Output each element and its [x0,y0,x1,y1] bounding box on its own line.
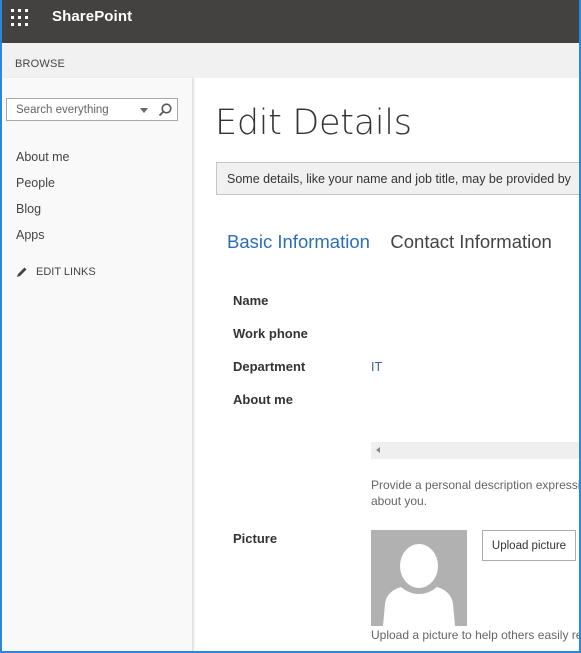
nav-item-apps[interactable]: Apps [16,228,70,254]
magnifier-icon[interactable] [157,102,173,118]
page-title: Edit Details [215,103,412,143]
profile-tabs: Basic Information Contact Information [227,231,568,253]
main-content: Edit Details Some details, like your nam… [196,78,579,651]
nav-item-people[interactable]: People [16,176,70,202]
tab-contact-information[interactable]: Contact Information [390,231,551,253]
ribbon-tab-browse[interactable]: BROWSE [15,58,65,70]
work-phone-label: Work phone [233,326,308,341]
picture-label: Picture [233,531,278,546]
person-silhouette-icon [383,544,455,626]
caret-down-icon[interactable] [140,108,148,113]
waffle-icon[interactable] [11,9,29,27]
quick-launch: About me People Blog Apps [16,150,70,254]
nav-item-blog[interactable]: Blog [16,202,70,228]
suite-bar: SharePoint [2,0,579,43]
tab-basic-information[interactable]: Basic Information [227,231,370,253]
department-label: Department [233,359,306,374]
scroll-left-icon[interactable] [376,447,380,453]
sidebar: Search everything About me People Blog A… [2,78,193,651]
picture-hint: Upload a picture to help others easily r… [371,628,581,642]
about-me-label: About me [233,392,293,407]
upload-picture-button[interactable]: Upload picture [482,530,576,561]
edit-links-button[interactable]: EDIT LINKS [16,266,96,278]
about-me-horizontal-scrollbar[interactable] [371,442,579,459]
search-input[interactable]: Search everything [16,104,109,116]
edit-links-label: EDIT LINKS [36,266,96,278]
search-box[interactable]: Search everything [6,98,178,121]
browser-window: SharePoint BROWSE Search everything Abou… [0,0,581,653]
name-label: Name [233,293,269,308]
brand-link[interactable]: SharePoint [52,8,132,25]
info-notice: Some details, like your name and job tit… [216,162,579,195]
ribbon: BROWSE [2,43,579,78]
department-value[interactable]: IT [371,360,382,374]
about-me-hint-line2: about you. [371,494,428,508]
nav-item-about-me[interactable]: About me [16,150,70,176]
pencil-icon [17,267,27,277]
about-me-hint-line1: Provide a personal description expressin… [371,478,581,492]
profile-picture-placeholder [371,530,467,626]
